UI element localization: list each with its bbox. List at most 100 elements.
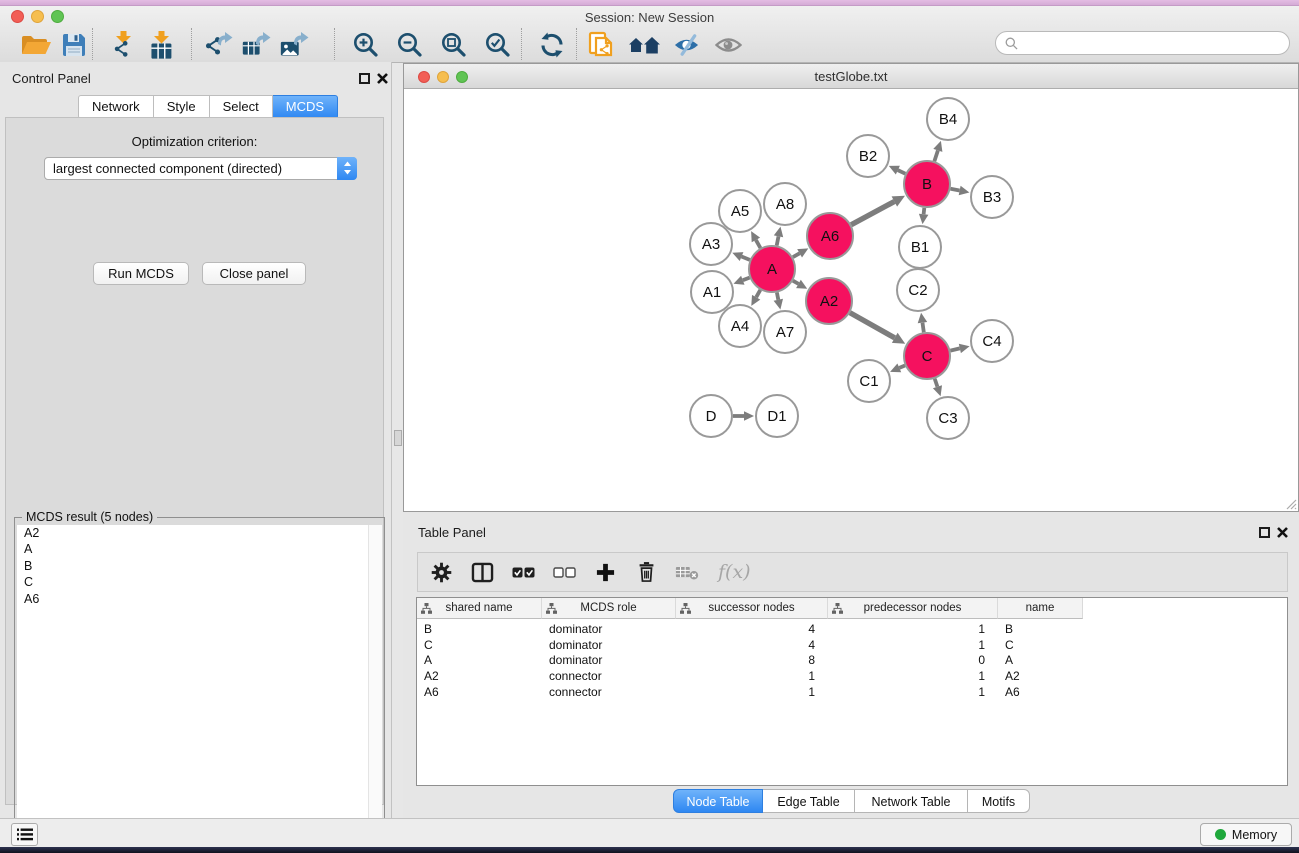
table-cell: B <box>417 622 542 636</box>
export-table-icon[interactable] <box>240 28 274 62</box>
settings-gear-icon[interactable] <box>429 561 453 584</box>
toolbar-group <box>202 28 312 62</box>
save-session-icon[interactable] <box>57 28 91 62</box>
table-close-icon[interactable] <box>1277 527 1288 538</box>
table-row[interactable]: Adominator80A <box>417 653 1083 669</box>
column-header-predecessor-nodes[interactable]: predecessor nodes <box>828 598 998 619</box>
column-header-successor-nodes[interactable]: successor nodes <box>676 598 828 619</box>
table-cell: C <box>417 638 542 652</box>
export-network-icon[interactable] <box>202 28 236 62</box>
shared-column-icon <box>546 603 557 617</box>
table-cell: B <box>998 622 1083 636</box>
delete-table-icon[interactable] <box>675 564 699 581</box>
split-view-icon[interactable] <box>470 562 494 583</box>
table-cell: dominator <box>542 622 676 636</box>
tab-network[interactable]: Network <box>78 95 154 119</box>
toolbar-group <box>106 28 178 62</box>
table-cell: 1 <box>828 669 998 683</box>
table-row[interactable]: A6connector11A6 <box>417 684 1083 700</box>
tab-node-table[interactable]: Node Table <box>673 789 763 813</box>
search-input[interactable] <box>1023 35 1289 51</box>
home-icon[interactable] <box>627 28 661 62</box>
graph-node-label: C1 <box>859 373 878 390</box>
refresh-icon[interactable] <box>535 28 569 62</box>
memory-label: Memory <box>1232 828 1277 842</box>
table-row[interactable]: A2connector11A2 <box>417 668 1083 684</box>
table-cell: connector <box>542 685 676 699</box>
tab-motifs[interactable]: Motifs <box>968 789 1030 813</box>
zoom-in-icon[interactable] <box>349 28 383 62</box>
mcds-result-list[interactable]: A2ABCA6 <box>17 525 382 853</box>
show-eye-icon[interactable] <box>711 28 745 62</box>
table-cell: dominator <box>542 653 676 667</box>
zoom-fit-icon[interactable] <box>437 28 471 62</box>
mcds-result-item[interactable]: A6 <box>17 591 382 608</box>
select-all-icon[interactable] <box>511 567 535 578</box>
node-table[interactable]: shared name MCDS role successor nodesprede… <box>416 597 1288 786</box>
graph-node-label: A7 <box>776 324 794 341</box>
table-cell: 1 <box>676 685 828 699</box>
graph-node-label: B3 <box>983 189 1001 206</box>
mcds-result-item[interactable]: A2 <box>17 525 382 542</box>
toolbar-group <box>349 28 515 62</box>
column-header-MCDS-role[interactable]: MCDS role <box>542 598 676 619</box>
deselect-all-icon[interactable] <box>552 567 576 578</box>
open-file-icon[interactable] <box>19 28 53 62</box>
dropdown-stepper-icon <box>337 157 357 180</box>
graph-node-label: C4 <box>982 333 1001 350</box>
table-cell: 1 <box>828 622 998 636</box>
tab-mcds[interactable]: MCDS <box>273 95 338 119</box>
zoom-out-icon[interactable] <box>393 28 427 62</box>
graph-node-label: A4 <box>731 318 749 335</box>
function-builder-icon[interactable]: f(x) <box>718 561 751 583</box>
graph-node-label: B1 <box>911 239 929 256</box>
memory-button[interactable]: Memory <box>1200 823 1292 846</box>
mcds-tab-content: Optimization criterion: largest connecte… <box>5 117 384 805</box>
table-cell: 0 <box>828 653 998 667</box>
vertical-split-divider[interactable] <box>394 430 402 446</box>
network-canvas[interactable]: B4B2BB3A8A5A6A3B1AC2A1A2A4A7C4CC1C3DD1 <box>404 89 1298 511</box>
table-panel-title: Table Panel <box>418 525 486 540</box>
scrollbar-track[interactable] <box>368 525 382 853</box>
table-row[interactable]: Bdominator41B <box>417 621 1083 637</box>
mcds-result-item[interactable]: B <box>17 558 382 575</box>
task-history-button[interactable] <box>11 823 38 846</box>
resize-grip-icon[interactable] <box>1283 496 1297 510</box>
criterion-dropdown[interactable]: largest connected component (directed) <box>44 157 357 180</box>
table-cell: A2 <box>998 669 1083 683</box>
graph-node-label: A6 <box>821 228 839 245</box>
import-table-icon[interactable] <box>144 28 178 62</box>
tab-edge-table[interactable]: Edge Table <box>763 789 855 813</box>
column-header-shared-name[interactable]: shared name <box>417 598 542 619</box>
column-header-label: MCDS role <box>580 602 636 614</box>
table-row[interactable]: Cdominator41C <box>417 637 1083 653</box>
shared-column-icon <box>680 603 691 617</box>
network-from-file-icon[interactable] <box>585 28 619 62</box>
column-header-label: name <box>1026 602 1055 614</box>
tab-select[interactable]: Select <box>210 95 273 119</box>
close-panel-button[interactable]: Close panel <box>202 262 306 285</box>
shared-column-icon <box>832 603 843 617</box>
mcds-result-item[interactable]: A <box>17 542 382 559</box>
table-header: shared name MCDS role successor nodesprede… <box>417 598 1083 619</box>
float-panel-icon[interactable] <box>359 73 370 84</box>
add-column-icon[interactable] <box>593 562 617 583</box>
hide-eye-icon[interactable] <box>669 28 703 62</box>
column-header-name[interactable]: name <box>998 598 1083 619</box>
table-float-icon[interactable] <box>1259 527 1270 538</box>
run-mcds-button[interactable]: Run MCDS <box>93 262 189 285</box>
network-graph[interactable]: B4B2BB3A8A5A6A3B1AC2A1A2A4A7C4CC1C3DD1 <box>404 89 1298 511</box>
tab-style[interactable]: Style <box>154 95 210 119</box>
zoom-selected-icon[interactable] <box>481 28 515 62</box>
search-box[interactable] <box>995 31 1290 55</box>
application-window: Session: New Session Control Panel Netwo… <box>0 0 1299 853</box>
graph-node-label: A1 <box>703 284 721 301</box>
graph-node-label: C3 <box>938 410 957 427</box>
network-window-titlebar[interactable]: testGlobe.txt <box>404 64 1298 89</box>
close-panel-icon[interactable] <box>377 73 388 84</box>
export-image-icon[interactable] <box>278 28 312 62</box>
tab-network-table[interactable]: Network Table <box>855 789 968 813</box>
import-network-icon[interactable] <box>106 28 140 62</box>
mcds-result-item[interactable]: C <box>17 575 382 592</box>
delete-column-icon[interactable] <box>634 561 658 583</box>
